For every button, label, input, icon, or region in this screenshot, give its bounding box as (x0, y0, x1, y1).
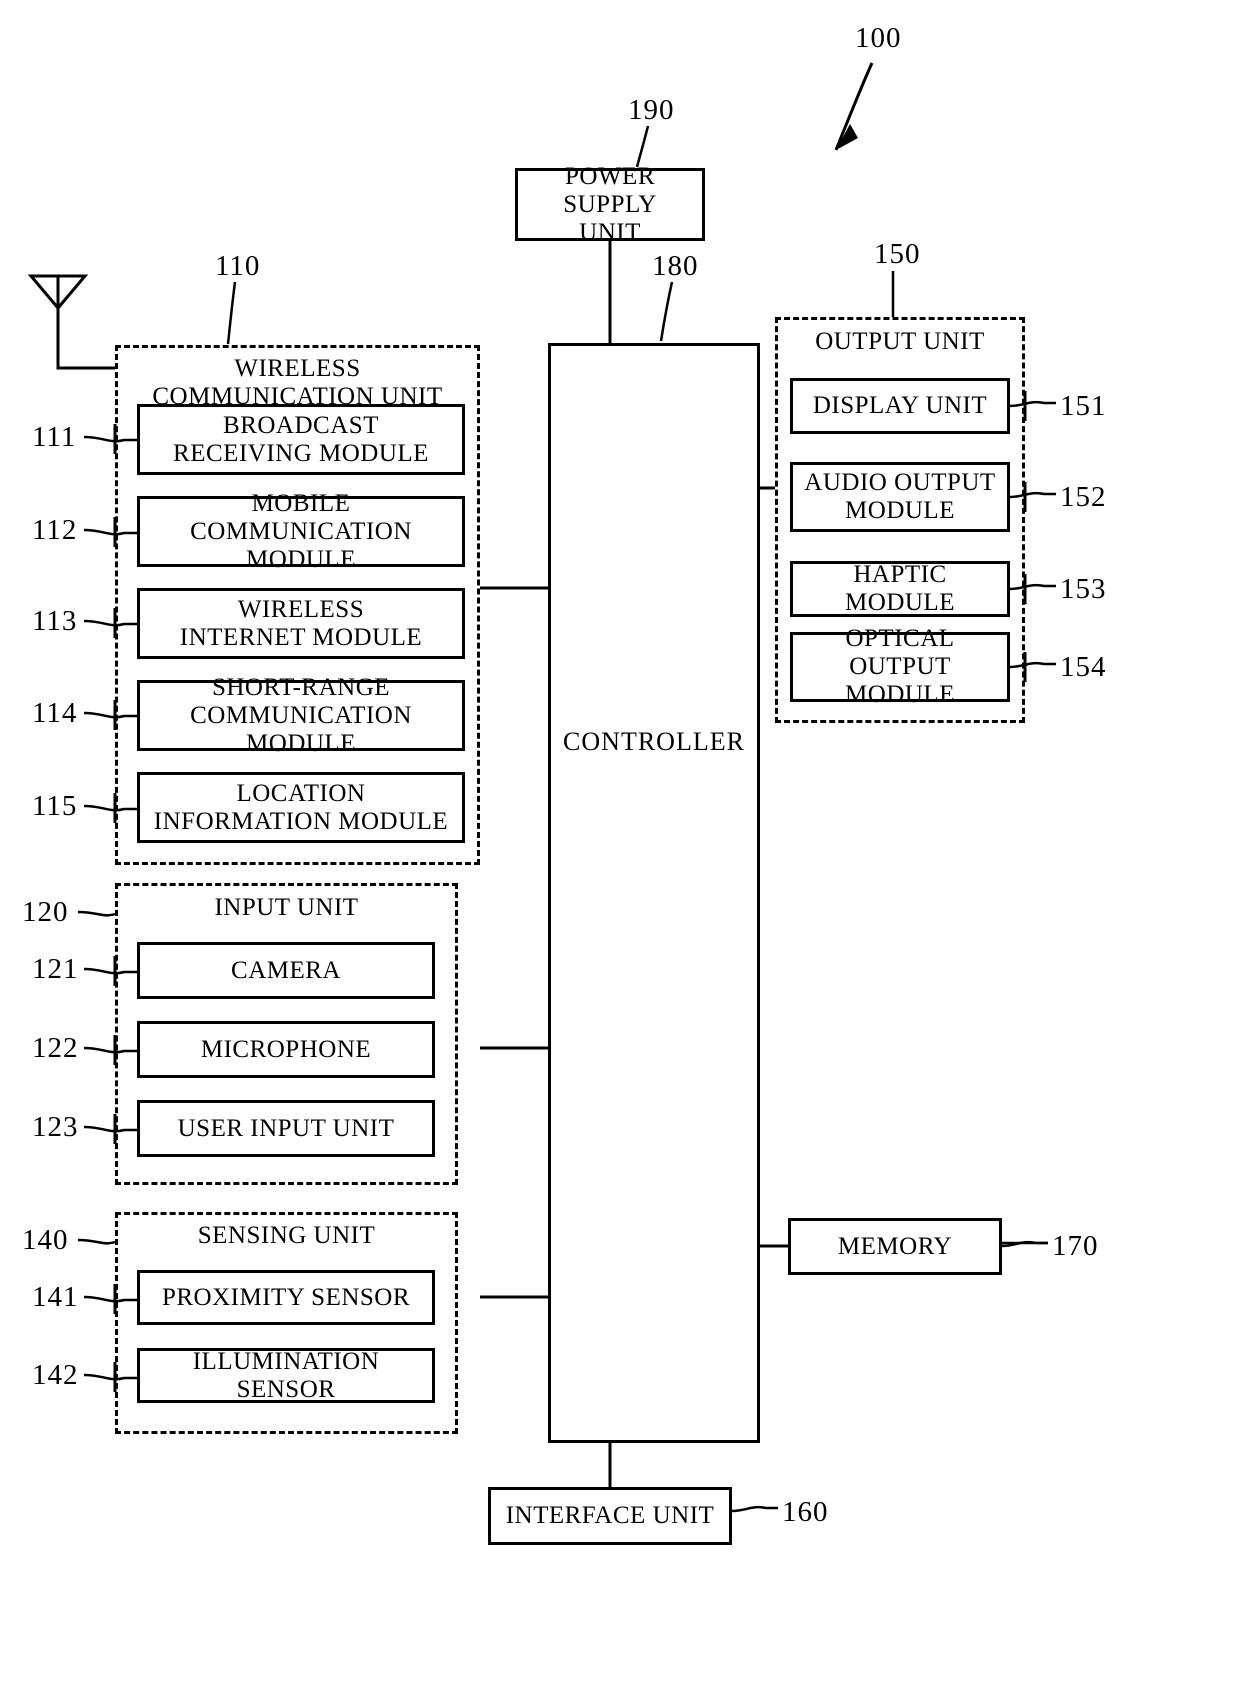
camera-box[interactable]: CAMERA (137, 942, 435, 999)
output-unit-label: OUTPUT UNIT (815, 328, 985, 355)
ref-100: 100 (855, 22, 902, 54)
proximity-sensor-box[interactable]: PROXIMITY SENSOR (137, 1270, 435, 1325)
controller-label: CONTROLLER (563, 727, 745, 756)
sensing-unit-label: SENSING UNIT (197, 1222, 376, 1249)
ref-121: 121 (32, 953, 79, 985)
controller-box[interactable] (548, 343, 760, 1443)
ref-142: 142 (32, 1359, 79, 1391)
ref-113: 113 (32, 605, 78, 637)
wireless-internet-module-box[interactable]: WIRELESS INTERNET MODULE (137, 588, 465, 659)
location-information-module-box[interactable]: LOCATION INFORMATION MODULE (137, 772, 465, 843)
power-supply-unit-box[interactable]: POWER SUPPLY UNIT (515, 163, 705, 246)
illumination-sensor-box[interactable]: ILLUMINATION SENSOR (137, 1348, 435, 1403)
ref-140: 140 (22, 1224, 69, 1256)
interface-unit-box[interactable]: INTERFACE UNIT (488, 1487, 732, 1545)
input-unit-label: INPUT UNIT (214, 894, 359, 921)
ref-154: 154 (1060, 651, 1107, 683)
ref-112: 112 (32, 514, 78, 546)
ref-115: 115 (32, 790, 78, 822)
ref-180: 180 (652, 250, 699, 282)
short-range-communication-module-box[interactable]: SHORT-RANGE COMMUNICATION MODULE (137, 674, 465, 757)
ref-170: 170 (1052, 1230, 1099, 1262)
display-unit-box[interactable]: DISPLAY UNIT (790, 378, 1010, 434)
patent-figure-canvas: 100 190 180 110 150 POWER SUPPLY UNIT CO… (0, 0, 1240, 1683)
ref-120: 120 (22, 896, 69, 928)
microphone-box[interactable]: MICROPHONE (137, 1021, 435, 1078)
ref-122: 122 (32, 1032, 79, 1064)
ref-141: 141 (32, 1281, 79, 1313)
memory-box[interactable]: MEMORY (788, 1218, 1002, 1275)
ref-190: 190 (628, 94, 675, 126)
ref-153: 153 (1060, 573, 1107, 605)
user-input-unit-box[interactable]: USER INPUT UNIT (137, 1100, 435, 1157)
ref-123: 123 (32, 1111, 79, 1143)
ref-150: 150 (874, 238, 921, 270)
broadcast-receiving-module-box[interactable]: BROADCAST RECEIVING MODULE (137, 404, 465, 475)
ref-110: 110 (215, 250, 261, 282)
ref-111: 111 (32, 421, 77, 453)
ref-114: 114 (32, 697, 78, 729)
haptic-module-box[interactable]: HAPTIC MODULE (790, 561, 1010, 617)
optical-output-module-box[interactable]: OPTICAL OUTPUT MODULE (790, 625, 1010, 708)
mobile-communication-module-box[interactable]: MOBILE COMMUNICATION MODULE (137, 490, 465, 573)
audio-output-module-box[interactable]: AUDIO OUTPUT MODULE (790, 462, 1010, 532)
ref-152: 152 (1060, 481, 1107, 513)
ref-160: 160 (782, 1496, 829, 1528)
ref-151: 151 (1060, 390, 1107, 422)
wireless-communication-unit-label: WIRELESS COMMUNICATION UNIT (152, 355, 443, 410)
